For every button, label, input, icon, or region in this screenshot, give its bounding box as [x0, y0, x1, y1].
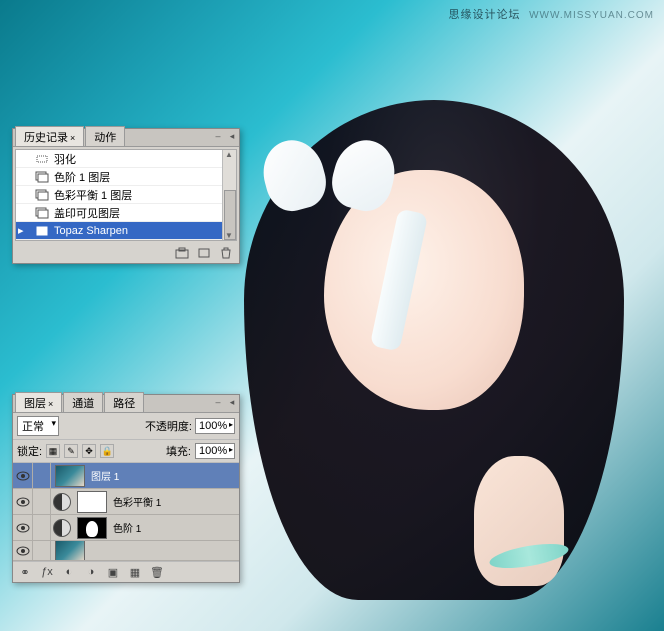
history-panel: 历史记录× 动作 – ◂ 羽化 色阶 1 图层 色彩平衡 1 图层 盖印可见图层: [12, 128, 240, 264]
trash-icon[interactable]: 🗑: [149, 565, 165, 579]
minimize-icon[interactable]: –: [213, 397, 223, 407]
close-icon[interactable]: ×: [48, 399, 53, 409]
layer-list: 图层 1 色彩平衡 1 色阶 1: [13, 463, 239, 561]
mask-thumbnail[interactable]: [77, 517, 107, 539]
layer-options-row: 正常 不透明度: 100%: [13, 413, 239, 440]
history-label: Topaz Sharpen: [54, 225, 128, 237]
menu-icon[interactable]: ◂: [227, 397, 237, 407]
lock-all-icon[interactable]: 🔒: [100, 444, 114, 458]
visibility-toggle[interactable]: [13, 489, 33, 514]
watermark: 思缘设计论坛 WWW.MISSYUAN.COM: [448, 6, 654, 22]
layers-tabs: 图层× 通道 路径 – ◂: [13, 395, 239, 413]
layer-thumbnail[interactable]: [55, 465, 85, 487]
mask-thumbnail[interactable]: [77, 491, 107, 513]
scrollbar-vertical[interactable]: [222, 150, 236, 240]
lock-pixels-icon[interactable]: ✎: [64, 444, 78, 458]
layer-icon: [34, 206, 50, 220]
lock-row: 锁定: ▦ ✎ ✥ 🔒 填充: 100%: [13, 440, 239, 463]
menu-icon[interactable]: ◂: [227, 131, 237, 141]
layers-footer: ⚭ ƒx ◐ ◑ ▣ ▦ 🗑: [13, 561, 239, 582]
watermark-cn: 思缘设计论坛: [448, 9, 520, 21]
history-footer: [13, 243, 239, 263]
close-icon[interactable]: ×: [70, 133, 75, 143]
brush-marker-icon: ▸: [18, 224, 34, 237]
layer-icon: [34, 170, 50, 184]
fill-label: 填充:: [166, 443, 191, 459]
new-layer-icon[interactable]: ▦: [127, 565, 143, 579]
layer-name[interactable]: 图层 1: [89, 468, 239, 483]
lock-position-icon[interactable]: ✥: [82, 444, 96, 458]
lock-label: 锁定:: [17, 443, 42, 459]
visibility-toggle[interactable]: [13, 515, 33, 540]
tab-layers[interactable]: 图层×: [15, 392, 62, 412]
history-item[interactable]: 羽化: [16, 150, 236, 168]
history-label: 色阶 1 图层: [54, 169, 110, 185]
layer-row[interactable]: 色彩平衡 1: [13, 489, 239, 515]
tab-paths[interactable]: 路径: [104, 392, 144, 412]
group-icon[interactable]: ▣: [105, 565, 121, 579]
new-state-icon[interactable]: [197, 246, 211, 260]
layer-row[interactable]: 色阶 1: [13, 515, 239, 541]
link-layers-icon[interactable]: ⚭: [17, 565, 33, 579]
link-col[interactable]: [33, 541, 51, 560]
scrollbar-thumb[interactable]: [224, 190, 236, 240]
filter-icon: [34, 224, 50, 238]
watermark-en: WWW.MISSYUAN.COM: [529, 10, 654, 21]
visibility-toggle[interactable]: [13, 541, 33, 560]
history-label: 羽化: [54, 151, 76, 167]
opacity-input[interactable]: 100%: [195, 418, 235, 434]
lock-transparent-icon[interactable]: ▦: [46, 444, 60, 458]
layers-panel: 图层× 通道 路径 – ◂ 正常 不透明度: 100% 锁定: ▦ ✎ ✥ 🔒 …: [12, 394, 240, 583]
adjustment-layer-icon[interactable]: ◑: [83, 565, 99, 579]
feather-icon: [34, 152, 50, 166]
minimize-icon[interactable]: –: [213, 131, 223, 141]
tab-history[interactable]: 历史记录×: [15, 126, 84, 146]
fx-icon[interactable]: ƒx: [39, 565, 55, 579]
history-item[interactable]: 色阶 1 图层: [16, 168, 236, 186]
snapshot-icon[interactable]: [175, 246, 189, 260]
layer-row[interactable]: [13, 541, 239, 561]
history-label: 色彩平衡 1 图层: [54, 187, 132, 203]
layer-row[interactable]: 图层 1: [13, 463, 239, 489]
opacity-label: 不透明度:: [145, 418, 192, 434]
adjustment-icon: [53, 519, 71, 537]
visibility-toggle[interactable]: [13, 463, 33, 488]
fill-input[interactable]: 100%: [195, 443, 235, 459]
mask-icon[interactable]: ◐: [61, 565, 77, 579]
layer-name[interactable]: 色彩平衡 1: [111, 494, 239, 509]
trash-icon[interactable]: [219, 246, 233, 260]
history-item[interactable]: 盖印可见图层: [16, 204, 236, 222]
history-label: 盖印可见图层: [54, 205, 120, 221]
adjustment-icon: [53, 493, 71, 511]
layer-thumbnail[interactable]: [55, 541, 85, 561]
history-item[interactable]: ▸ Topaz Sharpen: [16, 222, 236, 240]
link-col[interactable]: [33, 463, 51, 488]
link-col[interactable]: [33, 489, 51, 514]
history-list: 羽化 色阶 1 图层 色彩平衡 1 图层 盖印可见图层 ▸ Topaz Shar…: [15, 149, 237, 241]
link-col[interactable]: [33, 515, 51, 540]
layer-name[interactable]: 色阶 1: [111, 520, 239, 535]
tab-channels[interactable]: 通道: [63, 392, 103, 412]
history-item[interactable]: 色彩平衡 1 图层: [16, 186, 236, 204]
blend-mode-dropdown[interactable]: 正常: [17, 416, 59, 436]
history-tabs: 历史记录× 动作 – ◂: [13, 129, 239, 147]
tab-actions[interactable]: 动作: [85, 126, 125, 146]
layer-icon: [34, 188, 50, 202]
